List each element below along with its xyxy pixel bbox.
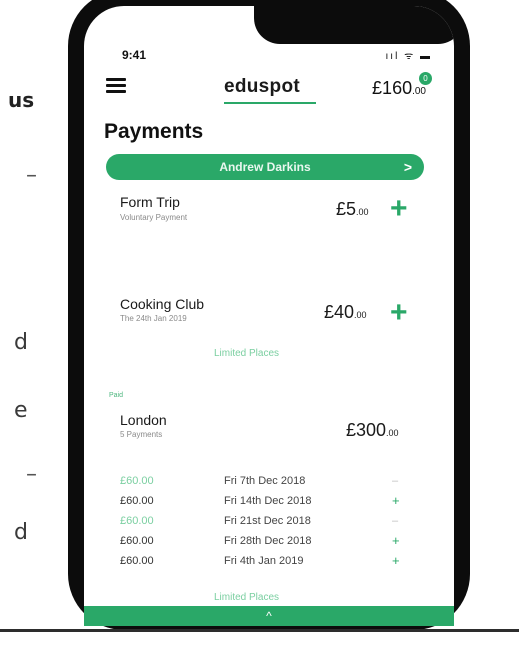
background-text-us: us (8, 88, 35, 112)
instalment-amount: £60.00 (120, 515, 154, 527)
base-line (0, 629, 519, 632)
add-cooking-club-button[interactable]: + (390, 298, 408, 328)
background-text-dash-2: – (26, 462, 37, 487)
payment-item-name: London (120, 412, 167, 428)
instalment-amount: £60.00 (120, 475, 154, 487)
limited-places-label: Limited Places (214, 592, 280, 603)
payment-item-name: Form Trip (120, 194, 180, 210)
add-instalment-button[interactable]: + (392, 493, 400, 508)
app-screen: 9:41 ııl ᯤ ▬ eduspot £160.00 0 Payments … (84, 6, 454, 626)
instalment-paid-dash: – (392, 475, 399, 487)
payment-item-subtitle: The 24th Jan 2019 (120, 314, 187, 323)
logo-underline (224, 102, 316, 104)
add-instalment-button[interactable]: + (392, 533, 400, 548)
phone-notch (254, 6, 454, 44)
instalment-date: Fri 4th Jan 2019 (224, 555, 304, 567)
payment-item-price: £40.00 (324, 302, 367, 322)
account-balance[interactable]: £160.00 (372, 78, 426, 99)
app-logo: eduspot (224, 76, 300, 97)
background-text-d-2: d (14, 520, 28, 545)
payment-item-name: Cooking Club (120, 296, 205, 312)
instalment-date: Fri 28th Dec 2018 (224, 535, 312, 547)
payment-item-subtitle: Voluntary Payment (120, 213, 188, 222)
notification-badge: 0 (419, 72, 432, 85)
page-title: Payments (104, 120, 204, 143)
background-text-d: d (14, 330, 28, 355)
payment-item-price: £5.00 (336, 199, 369, 219)
menu-icon[interactable] (106, 78, 126, 94)
instalment-date: Fri 21st Dec 2018 (224, 515, 311, 527)
instalment-paid-dash: – (392, 515, 399, 527)
balance-amount: £160 (372, 78, 413, 98)
payment-item-subtitle: 5 Payments (120, 430, 163, 439)
paid-tag: Paid (109, 392, 124, 399)
chevron-right-icon: > (403, 159, 412, 175)
child-name: Andrew Darkins (219, 160, 311, 174)
instalment-amount: £60.00 (120, 555, 154, 567)
instalment-amount: £60.00 (120, 495, 154, 507)
add-form-trip-button[interactable]: + (390, 194, 408, 224)
limited-places-label: Limited Places (214, 348, 280, 359)
child-selector-button[interactable]: Andrew Darkins > (106, 154, 424, 180)
background-text-dash: – (26, 163, 37, 188)
balance-pence: .00 (412, 86, 426, 97)
status-icons: ııl ᯤ ▬ (385, 51, 432, 62)
instalment-date: Fri 7th Dec 2018 (224, 475, 306, 487)
expand-up-button[interactable]: ^ (84, 606, 454, 626)
payment-item-price: £300.00 (346, 420, 399, 440)
instalment-date: Fri 14th Dec 2018 (224, 495, 312, 507)
status-time: 9:41 (122, 48, 147, 62)
chevron-up-icon: ^ (266, 609, 272, 623)
background-text-e: e (14, 398, 28, 423)
add-instalment-button[interactable]: + (392, 553, 400, 568)
instalment-amount: £60.00 (120, 535, 154, 547)
